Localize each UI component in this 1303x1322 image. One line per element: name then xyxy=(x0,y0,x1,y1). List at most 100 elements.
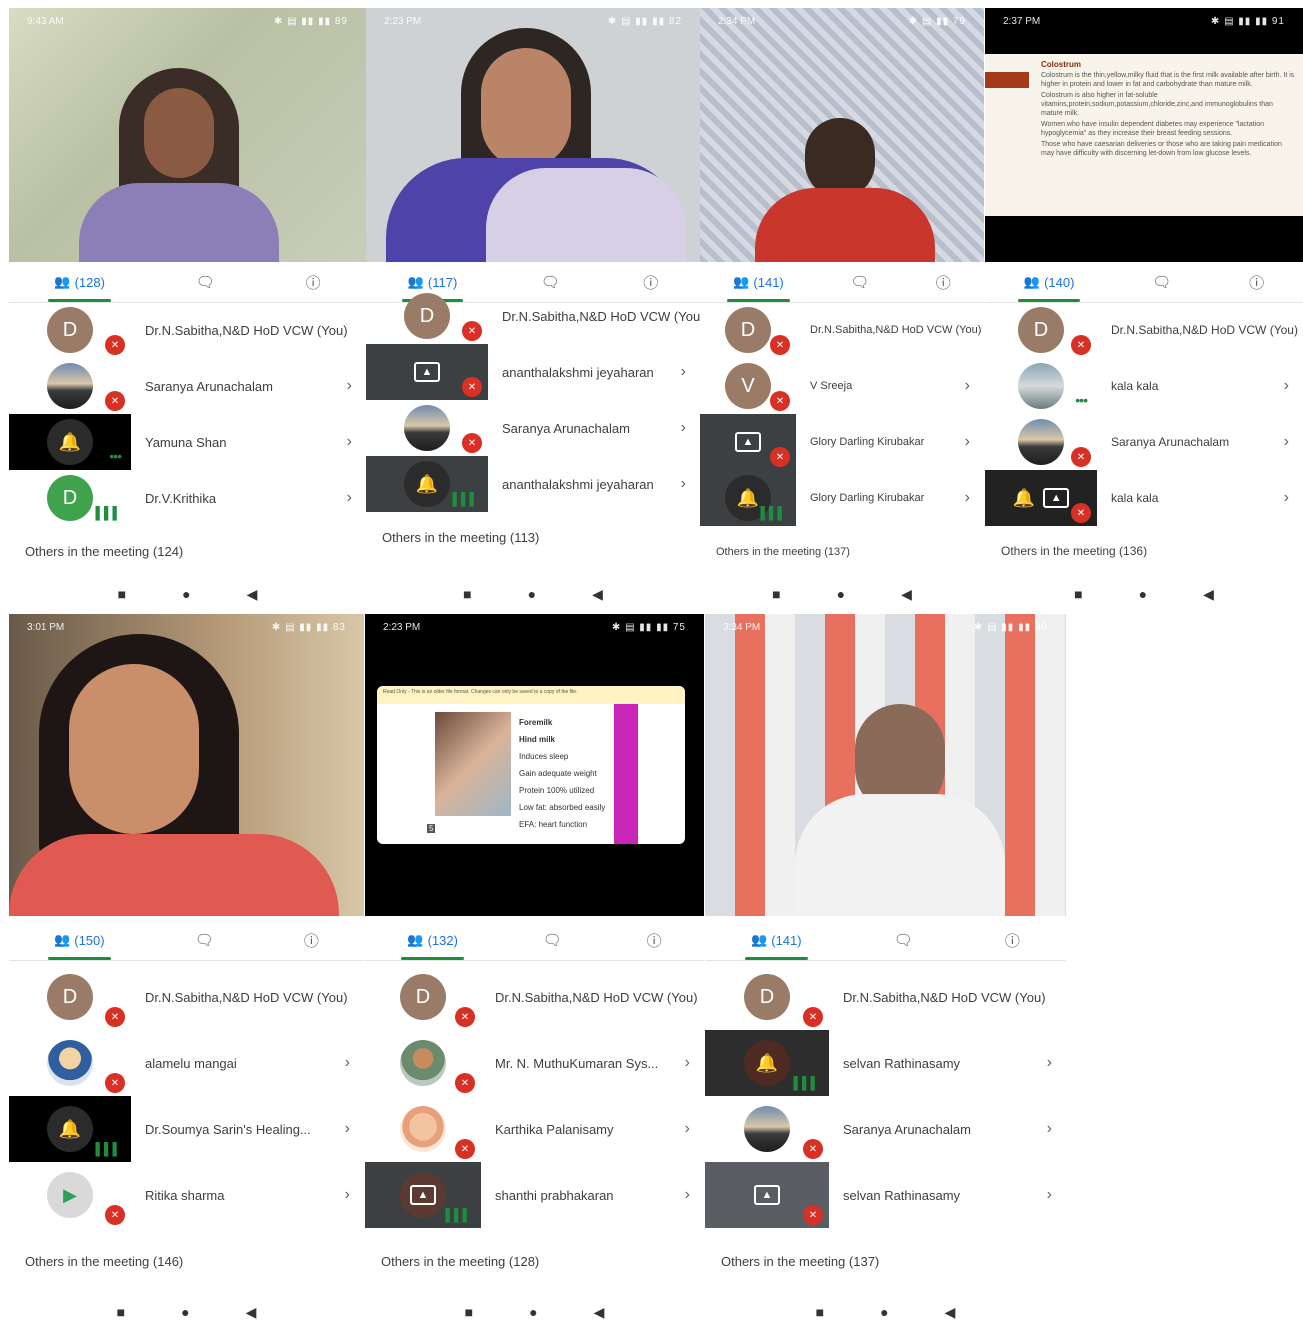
list-item[interactable]: D ✕ Dr.N.Sabitha,N&D HoD VCW (You) xyxy=(705,964,1066,1030)
tab-info[interactable]: ⓘ xyxy=(306,262,321,302)
mic-off-icon: ✕ xyxy=(462,433,482,453)
square-nav-icon[interactable]: ■ xyxy=(463,586,471,602)
list-item[interactable]: 🔔 ▲ ✕ kala kala › xyxy=(985,470,1303,526)
participant-name: Saranya Arunachalam xyxy=(1111,435,1230,449)
android-nav-bar: ■ ● ◀ xyxy=(705,1298,1066,1322)
square-nav-icon[interactable]: ■ xyxy=(1074,586,1082,602)
speaking-icon: ••• xyxy=(109,448,122,464)
list-item[interactable]: D ✕ Dr.N.Sabitha,N&D HoD VCW (You) xyxy=(365,964,704,1030)
square-nav-icon[interactable]: ■ xyxy=(772,586,780,602)
presentation-window: Read Only - This is an older file format… xyxy=(377,686,685,844)
info-icon: ⓘ xyxy=(1249,274,1265,292)
back-nav-icon[interactable]: ◀ xyxy=(592,586,603,603)
list-item[interactable]: ✕ Saranya Arunachalam › xyxy=(9,358,366,414)
battery-level: 89 xyxy=(334,15,348,27)
list-item[interactable]: 🔔 ▌▌▌ Dr.Soumya Sarin's Healing... › xyxy=(9,1096,364,1162)
list-item[interactable]: 🔔 ▌▌▌ Glory Darling Kirubakar › xyxy=(700,470,984,526)
tab-people[interactable]: 👥 (132) xyxy=(401,920,464,960)
circle-nav-icon[interactable]: ● xyxy=(1139,586,1147,602)
meet-screenshot-1: 9:43 AM ✱ ▤ ▮▮ ▮▮ 89 👥 (128) 🗨 ⓘ D ✕ Dr.N.S… xyxy=(9,8,366,604)
chevron-right-icon: › xyxy=(680,419,686,436)
list-item[interactable]: ▲ ✕ selvan Rathinasamy › xyxy=(705,1162,1066,1228)
list-item[interactable]: ✕ Saranya Arunachalam › xyxy=(705,1096,1066,1162)
participant-name: Glory Darling Kirubakar xyxy=(810,436,925,448)
circle-nav-icon[interactable]: ● xyxy=(528,586,536,602)
list-item[interactable]: D ✕ Dr.N.Sabitha,N&D HoD VCW (You) xyxy=(700,302,984,358)
tab-chat[interactable]: 🗨 xyxy=(1152,262,1171,302)
tab-chat[interactable]: 🗨 xyxy=(195,920,214,960)
back-nav-icon[interactable]: ◀ xyxy=(1203,586,1214,603)
list-item[interactable]: ▶ ✕ Ritika sharma › xyxy=(9,1162,364,1228)
tab-people[interactable]: 👥 (150) xyxy=(48,920,111,960)
back-nav-icon[interactable]: ◀ xyxy=(246,1304,257,1321)
video-feed: Read Only - This is an older file format… xyxy=(365,614,704,916)
mic-off-icon: ✕ xyxy=(105,391,125,411)
mic-off-icon: ✕ xyxy=(1071,335,1091,355)
tab-info[interactable]: ⓘ xyxy=(304,920,319,960)
participant-name: Karthika Palanisamy xyxy=(495,1121,614,1137)
mic-off-icon: ✕ xyxy=(105,1007,125,1027)
chevron-right-icon: › xyxy=(1046,1120,1052,1137)
avatar: 🔔 xyxy=(744,1040,790,1086)
back-nav-icon[interactable]: ◀ xyxy=(594,1304,605,1321)
list-item[interactable]: D ✕ Dr.N.Sabitha,N&D HoD VCW (You) xyxy=(9,302,366,358)
list-item[interactable]: ✕ Saranya Arunachalam › xyxy=(366,400,700,456)
list-item[interactable]: ✕ Saranya Arunachalam › xyxy=(985,414,1303,470)
square-nav-icon[interactable]: ■ xyxy=(816,1304,824,1320)
list-item[interactable]: ▲ ✕ ananthalakshmi jeyaharan › xyxy=(366,344,700,400)
circle-nav-icon[interactable]: ● xyxy=(182,586,190,602)
list-item[interactable]: 🔔 ••• Yamuna Shan › xyxy=(9,414,366,470)
status-time: 9:43 AM xyxy=(27,15,64,27)
list-item[interactable]: ••• kala kala › xyxy=(985,358,1303,414)
tab-info[interactable]: ⓘ xyxy=(1249,262,1264,302)
status-time: 2:37 PM xyxy=(1003,15,1041,27)
participant-list: D ✕ Dr.N.Sabitha,N&D HoD VCW (You) ✕ Sara… xyxy=(9,302,366,526)
participant-name: Ritika sharma xyxy=(145,1187,225,1203)
tab-chat[interactable]: 🗨 xyxy=(196,262,215,302)
audio-level-icon: ▌▌▌ xyxy=(793,1076,819,1090)
square-nav-icon[interactable]: ■ xyxy=(118,586,126,602)
list-item[interactable]: ✕ Karthika Palanisamy › xyxy=(365,1096,704,1162)
list-item[interactable]: D ✕ Dr.N.Sabitha,N&D HoD VCW (You) xyxy=(9,964,364,1030)
participant-name: Mr. N. MuthuKumaran Sys... xyxy=(495,1055,659,1071)
participant-list: D ✕ Dr.N.Sabitha,N&D HoD VCW (You) ••• ka… xyxy=(985,302,1303,526)
tab-info[interactable]: ⓘ xyxy=(936,262,951,302)
participant-name: selvan Rathinasamy xyxy=(843,1055,961,1071)
android-nav-bar: ■ ● ◀ xyxy=(9,580,366,604)
back-nav-icon[interactable]: ◀ xyxy=(901,586,912,603)
square-nav-icon[interactable]: ■ xyxy=(117,1304,125,1320)
circle-nav-icon[interactable]: ● xyxy=(529,1304,537,1320)
square-nav-icon[interactable]: ■ xyxy=(465,1304,473,1320)
back-nav-icon[interactable]: ◀ xyxy=(247,586,258,603)
others-in-meeting: Others in the meeting (137) xyxy=(721,1254,880,1269)
avatar: ▶ xyxy=(47,1172,93,1218)
tab-people[interactable]: 👥 (128) xyxy=(48,262,111,302)
list-item[interactable]: D ▌▌▌ Dr.V.Krithika › xyxy=(9,470,366,526)
tab-chat[interactable]: 🗨 xyxy=(543,920,562,960)
circle-nav-icon[interactable]: ● xyxy=(880,1304,888,1320)
tab-chat[interactable]: 🗨 xyxy=(850,262,869,302)
list-item[interactable]: 🔔 ▌▌▌ ananthalakshmi jeyaharan › xyxy=(366,456,700,512)
list-item[interactable]: ✕ Mr. N. MuthuKumaran Sys... › xyxy=(365,1030,704,1096)
screen-share-icon: ▲ xyxy=(410,1185,436,1205)
slide-line: Gain adequate weight xyxy=(519,769,597,778)
participant-name: Dr.N.Sabitha,N&D HoD VCW (You) xyxy=(502,308,700,324)
tab-chat[interactable]: 🗨 xyxy=(894,920,913,960)
circle-nav-icon[interactable]: ● xyxy=(181,1304,189,1320)
tab-info[interactable]: ⓘ xyxy=(1005,920,1020,960)
tab-info[interactable]: ⓘ xyxy=(647,920,662,960)
list-item[interactable]: ▲ ✕ Glory Darling Kirubakar › xyxy=(700,414,984,470)
tab-people[interactable]: 👥 (141) xyxy=(727,262,790,302)
participant-name: ananthalakshmi jeyaharan xyxy=(502,364,654,380)
list-item[interactable]: 🔔 ▌▌▌ selvan Rathinasamy › xyxy=(705,1030,1066,1096)
list-item[interactable]: ▲ ▌▌▌ shanthi prabhakaran › xyxy=(365,1162,704,1228)
tab-people[interactable]: 👥 (141) xyxy=(745,920,808,960)
slide-bullet: Women who have insulin dependent diabete… xyxy=(1041,121,1264,137)
list-item[interactable]: ✕ alamelu mangai › xyxy=(9,1030,364,1096)
tab-people[interactable]: 👥 (140) xyxy=(1017,262,1080,302)
circle-nav-icon[interactable]: ● xyxy=(837,586,845,602)
list-item[interactable]: V ✕ V Sreeja › xyxy=(700,358,984,414)
back-nav-icon[interactable]: ◀ xyxy=(945,1304,956,1321)
list-item[interactable]: D ✕ Dr.N.Sabitha,N&D HoD VCW (You) xyxy=(985,302,1303,358)
list-item[interactable]: D ✕ Dr.N.Sabitha,N&D HoD VCW (You) xyxy=(366,288,700,344)
